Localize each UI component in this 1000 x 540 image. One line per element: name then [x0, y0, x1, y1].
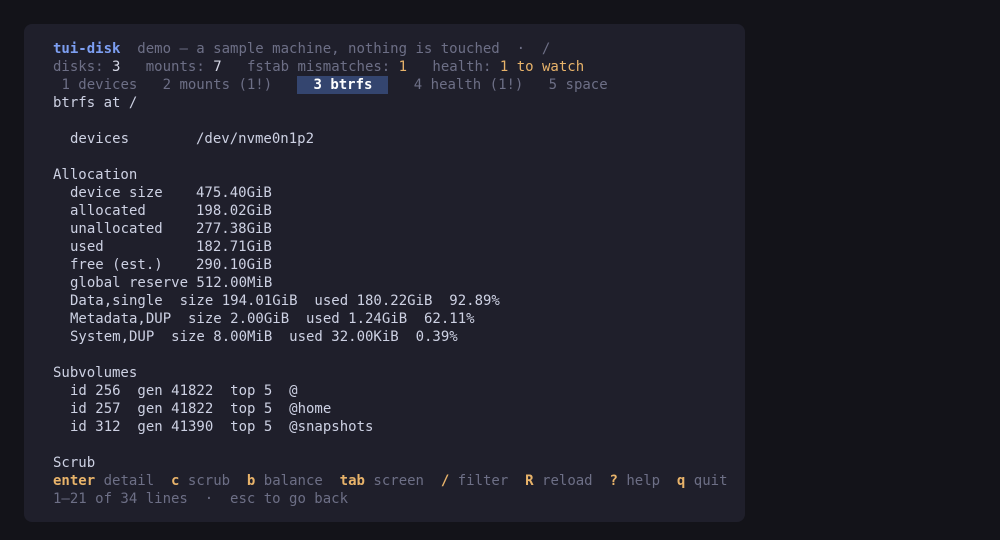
fstab-count: 1	[398, 59, 408, 75]
keybind-quit[interactable]: q quit	[677, 473, 728, 489]
devices-row: devices/dev/nvme0n1p2	[53, 130, 743, 148]
subvolume-row[interactable]: id 312 gen 41390 top 5 @snapshots	[53, 418, 743, 436]
keybind-balance[interactable]: b balance	[247, 473, 323, 489]
mounts-count: 7	[213, 59, 222, 75]
allocation-value: 475.40GiB	[196, 185, 272, 201]
allocation-row: unallocated 277.38GiB	[53, 220, 743, 238]
footer-status: 1–21 of 34 lines · esc to go back	[53, 490, 743, 508]
subvolume-row[interactable]: id 257 gen 41822 top 5 @home	[53, 400, 743, 418]
keybar: enter detail c scrub b balance tab scree…	[53, 472, 743, 490]
mounts-label: mounts:	[145, 59, 205, 75]
keybind-filter[interactable]: / filter	[441, 473, 508, 489]
allocation-row: device size 475.40GiB	[53, 184, 743, 202]
tab-space[interactable]: 5 space	[549, 76, 608, 94]
header-subtitle: demo — a sample machine, nothing is touc…	[137, 41, 551, 57]
tab-bar: 1 devices 2 mounts (1!) 3 btrfs 4 health…	[53, 76, 743, 94]
subvolume-row[interactable]: id 256 gen 41822 top 5 @	[53, 382, 743, 400]
health-status: 1 to watch	[499, 59, 585, 75]
allocation-row: allocated 198.02GiB	[53, 202, 743, 220]
health-label: health:	[432, 59, 492, 75]
devices-value: /dev/nvme0n1p2	[196, 131, 315, 147]
app-name: tui-disk	[53, 41, 121, 57]
subvolumes-heading: Subvolumes	[53, 365, 138, 381]
allocation-key: used	[70, 239, 104, 255]
allocation-value: 277.38GiB	[196, 221, 272, 237]
profile-row-system: System,DUP size 8.00MiB used 32.00KiB 0.…	[70, 329, 458, 345]
keybind-reload[interactable]: R reload	[525, 473, 592, 489]
scroll-position: 1–21 of 34 lines	[53, 491, 188, 507]
allocation-key: free (est.)	[70, 257, 163, 273]
keybind-enter[interactable]: enter detail	[53, 473, 154, 489]
disks-label: disks:	[53, 59, 104, 75]
header-line: tui-disk demo — a sample machine, nothin…	[53, 40, 743, 58]
tab-btrfs[interactable]: 3 btrfs	[297, 76, 389, 94]
allocation-key: unallocated	[70, 221, 163, 237]
global-reserve-row: global reserve 512.00MiB	[70, 275, 273, 291]
allocation-row: used 182.71GiB	[53, 238, 743, 256]
page-title: btrfs at /	[53, 95, 138, 111]
tab-mounts[interactable]: 2 mounts (1!)	[163, 76, 273, 94]
allocation-heading: Allocation	[53, 167, 138, 183]
profile-row-data: Data,single size 194.01GiB used 180.22Gi…	[70, 293, 500, 309]
allocation-key: allocated	[70, 203, 146, 219]
tab-devices[interactable]: 1 devices	[61, 76, 137, 94]
allocation-row: free (est.) 290.10GiB	[53, 256, 743, 274]
allocation-value: 182.71GiB	[196, 239, 272, 255]
status-line: disks: 3 mounts: 7 fstab mismatches: 1 h…	[53, 58, 743, 76]
keybind-scrub[interactable]: c scrub	[171, 473, 230, 489]
fstab-label: fstab mismatches:	[246, 59, 391, 75]
keybind-tab[interactable]: tab screen	[340, 473, 424, 489]
allocation-key: device size	[70, 185, 163, 201]
allocation-value: 290.10GiB	[196, 257, 272, 273]
footer-separator: ·	[204, 491, 214, 507]
allocation-value: 198.02GiB	[196, 203, 272, 219]
disks-count: 3	[112, 59, 121, 75]
scrub-heading: Scrub	[53, 455, 96, 471]
terminal-window: tui-disk demo — a sample machine, nothin…	[24, 24, 745, 522]
back-hint: esc to go back	[230, 491, 349, 507]
terminal-content: tui-disk demo — a sample machine, nothin…	[53, 40, 743, 508]
devices-key: devices	[70, 131, 130, 147]
profile-row-metadata: Metadata,DUP size 2.00GiB used 1.24GiB 6…	[70, 311, 475, 327]
tab-health[interactable]: 4 health (1!)	[414, 76, 524, 94]
keybind-help[interactable]: ? help	[609, 473, 660, 489]
